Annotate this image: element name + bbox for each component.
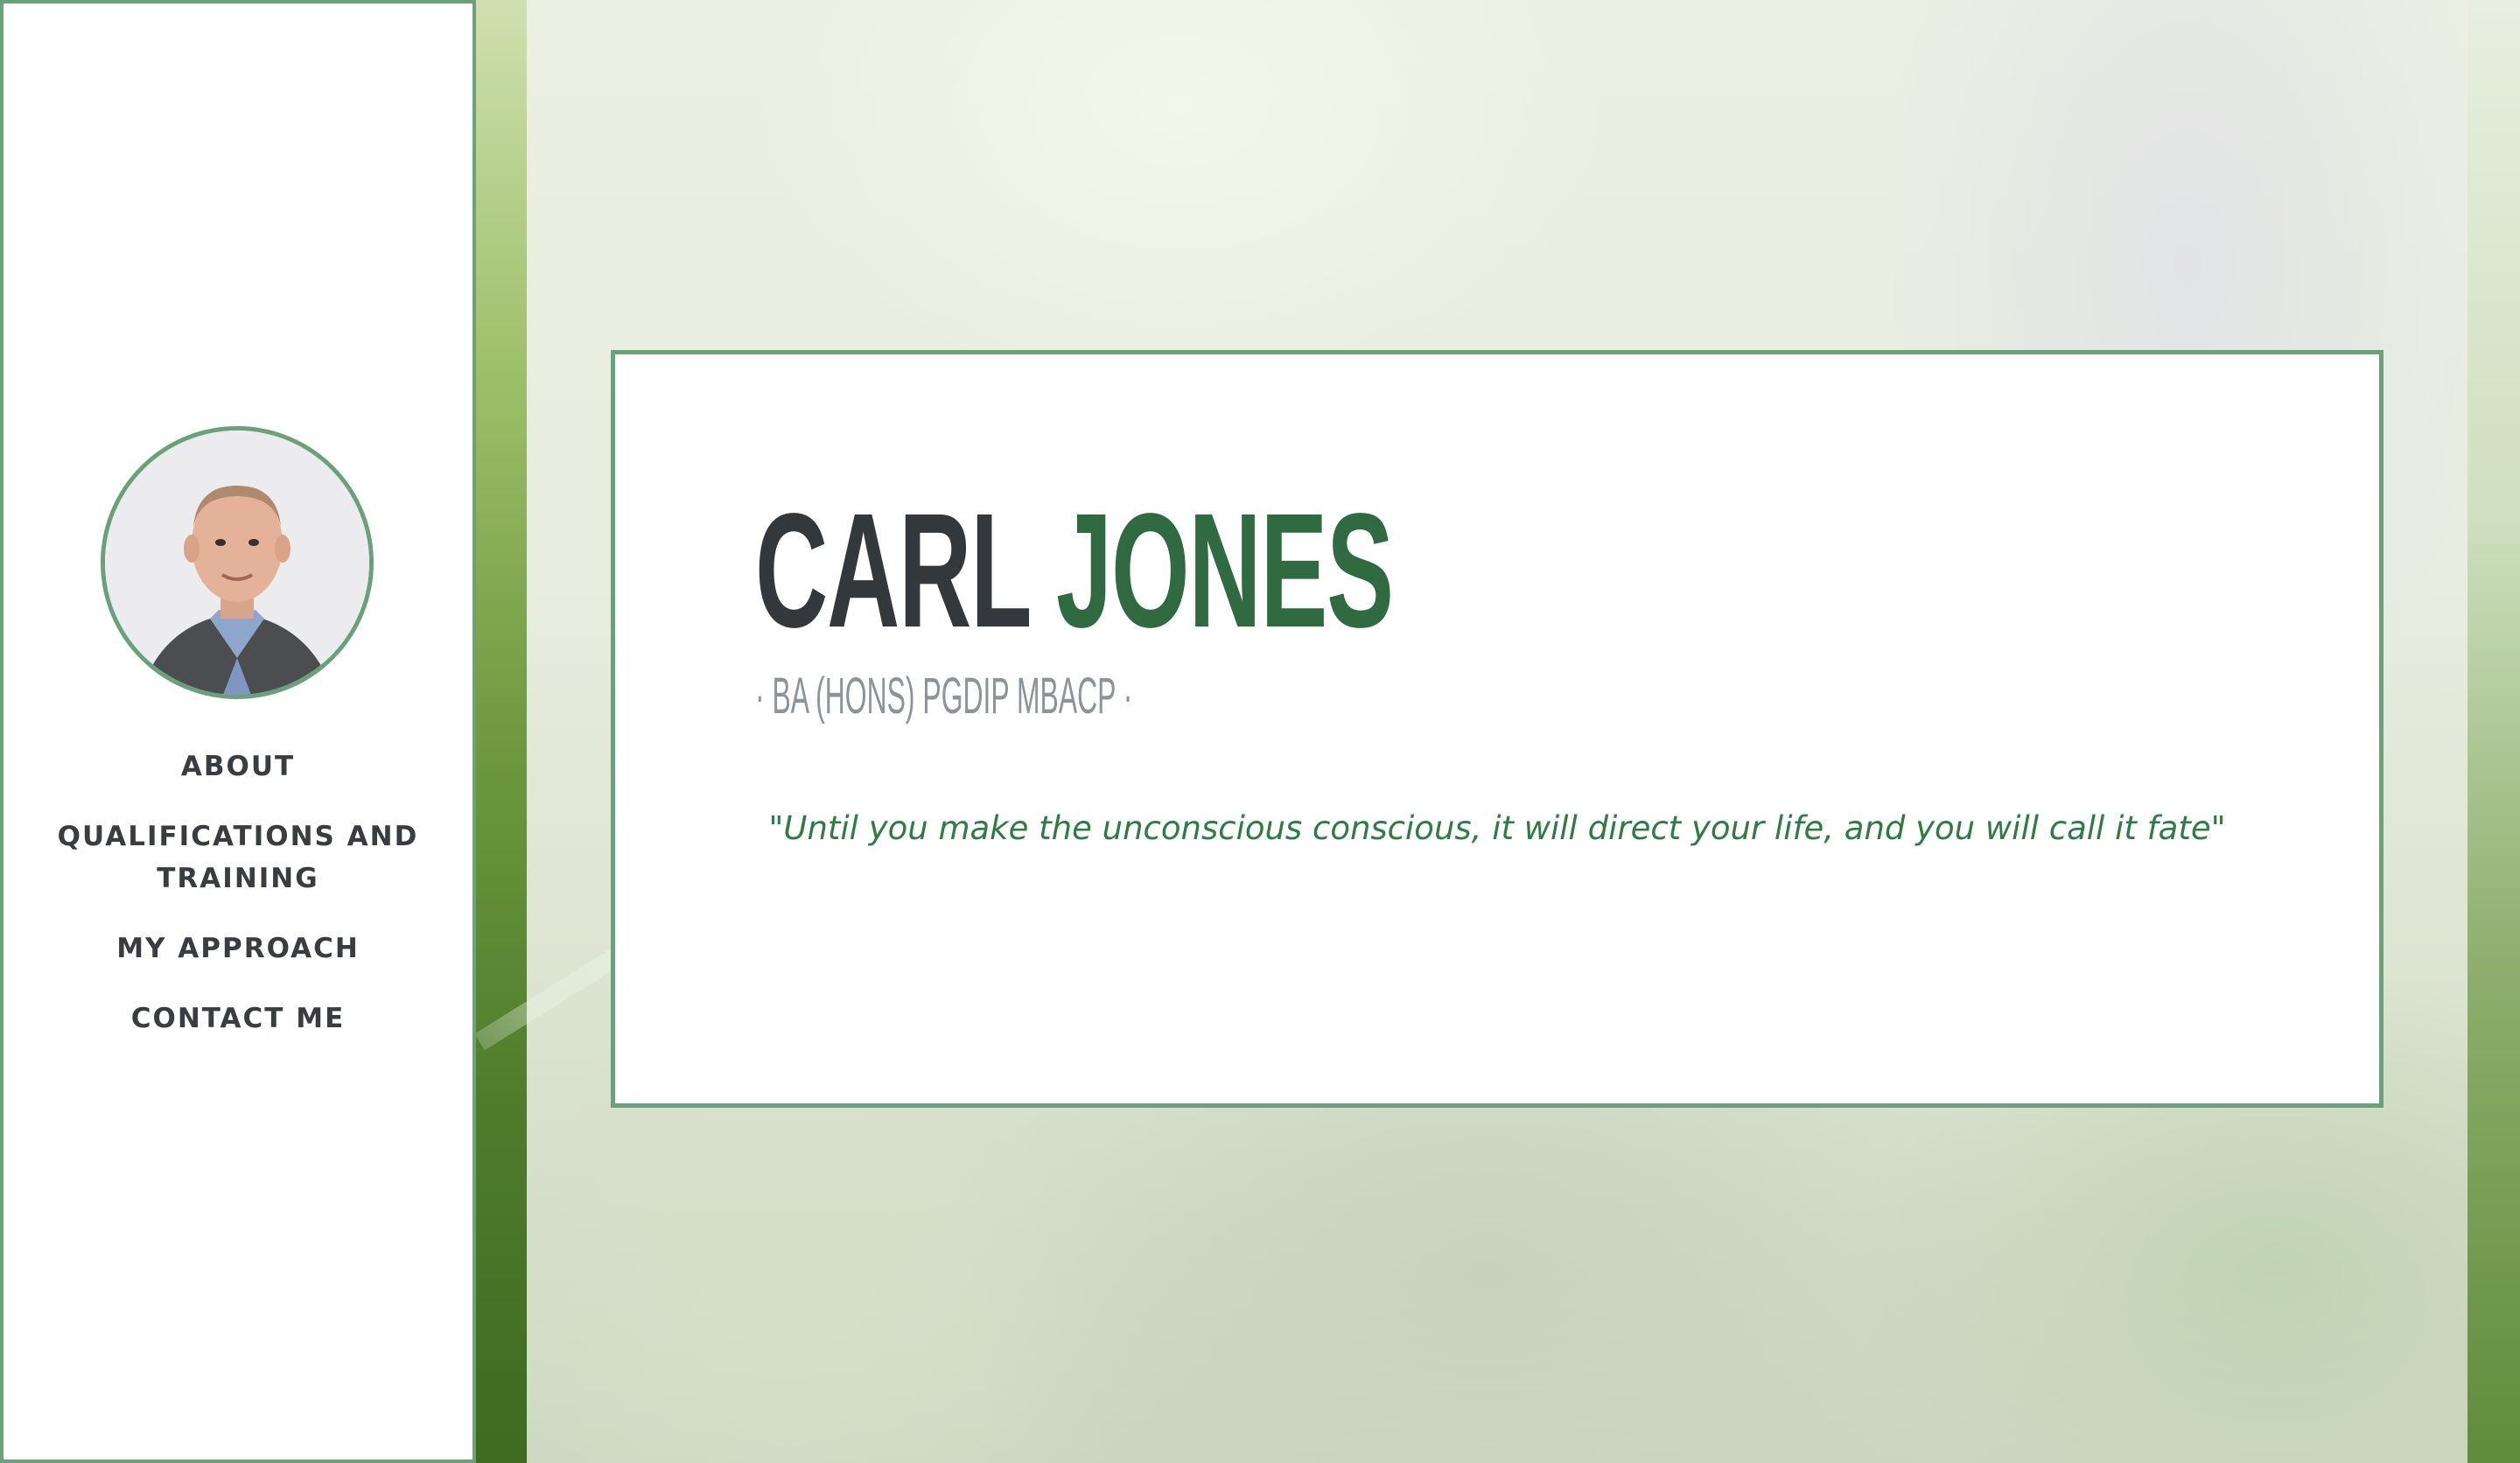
background-foliage-left [472,0,527,1463]
avatar [101,426,374,699]
first-name: CARL [755,480,1030,662]
nav-item-qualifications[interactable]: QUALIFICATIONS AND TRAINING [4,816,472,900]
page-title: CARL JONES [755,490,1394,653]
credentials: · BA (HONS) PGDIP MBACP · [755,668,1133,724]
quote: "Until you make the unconscious consciou… [768,809,2226,847]
background-foliage-right [2468,0,2520,1463]
hero-card: CARL JONES · BA (HONS) PGDIP MBACP · "Un… [611,350,2384,1108]
nav-item-about[interactable]: ABOUT [4,746,472,788]
nav-item-my-approach[interactable]: MY APPROACH [4,928,472,970]
last-name: JONES [1056,480,1394,662]
profile-photo [105,430,369,695]
sidebar: ABOUT QUALIFICATIONS AND TRAINING MY APP… [0,0,476,1463]
main-nav: ABOUT QUALIFICATIONS AND TRAINING MY APP… [4,746,472,1040]
nav-item-contact-me[interactable]: CONTACT ME [4,998,472,1040]
